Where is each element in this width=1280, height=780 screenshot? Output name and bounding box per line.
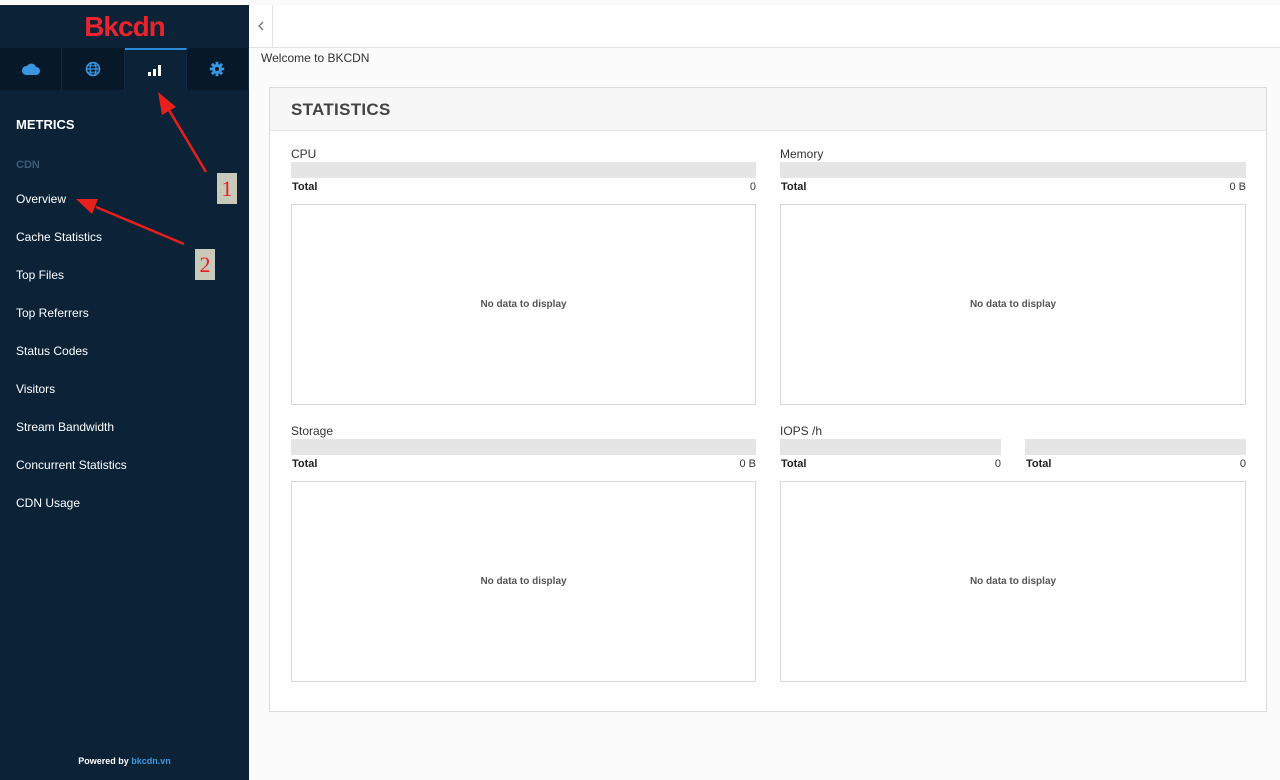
gear-icon [210,61,225,77]
tab-settings[interactable] [186,48,249,90]
section-title: METRICS [16,117,75,132]
storage-total-label: Total [292,458,318,470]
powered-by-text: Powered by [78,756,129,766]
sidebar-item-visitors[interactable]: Visitors [0,379,249,417]
bar-chart-icon [148,65,162,76]
memory-chart: No data to display [780,204,1246,405]
iops-label: IOPS /h [780,424,823,438]
iops-total-value-1: 0 [994,458,1001,470]
storage-chart: No data to display [291,481,756,682]
statistics-panel: STATISTICS CPU Total 0 No data to displa… [269,87,1267,712]
sidebar-item-status-codes[interactable]: Status Codes [0,341,249,379]
storage-usage-bar [291,439,756,455]
cloud-icon [21,63,40,75]
sidebar-item-stream-bandwidth[interactable]: Stream Bandwidth [0,417,249,455]
panel-title: STATISTICS [270,88,1266,131]
nav-tabs [0,48,249,90]
tab-globe[interactable] [62,48,125,90]
iops-total-label-1: Total [781,458,807,470]
iops-total-label-2: Total [1026,458,1052,470]
collapse-sidebar-button[interactable] [249,5,273,47]
memory-usage-bar [780,162,1246,178]
iops-read-bar [780,439,1001,455]
cpu-empty-text: No data to display [480,299,567,310]
sidebar: Bkcdn METRICS CDN Overview Cache Statist… [0,5,249,780]
sidebar-item-concurrent-statistics[interactable]: Concurrent Statistics [0,455,249,493]
iops-chart: No data to display [780,481,1246,682]
top-bar [249,5,1280,48]
memory-label: Memory [780,147,824,161]
iops-total-value-2: 0 [1239,458,1246,470]
logo[interactable]: Bkcdn [0,5,249,48]
sidebar-item-overview[interactable]: Overview [0,189,249,227]
storage-label: Storage [291,424,334,438]
sidebar-item-cdn-usage[interactable]: CDN Usage [0,493,249,531]
tab-cloud[interactable] [0,48,63,90]
annotation-number-2: 2 [195,249,215,280]
iops-write-bar [1025,439,1246,455]
chevron-left-icon [257,21,263,31]
memory-total-label: Total [781,181,807,193]
cpu-chart: No data to display [291,204,756,405]
storage-empty-text: No data to display [480,576,567,587]
cpu-total-value: 0 [749,181,756,193]
welcome-text: Welcome to BKCDN [261,51,370,65]
logo-text[interactable]: Bkcdn [84,11,166,43]
iops-empty-text: No data to display [969,576,1057,587]
annotation-number-1: 1 [217,173,237,204]
group-label-cdn: CDN [16,159,40,171]
sidebar-item-top-referrers[interactable]: Top Referrers [0,303,249,341]
cpu-total-label: Total [292,181,318,193]
globe-icon [85,61,101,77]
cpu-usage-bar [291,162,756,178]
cpu-label: CPU [291,147,317,161]
powered-by: Powered by bkcdn.vn [0,756,249,766]
memory-empty-text: No data to display [969,299,1057,310]
storage-total-value: 0 B [739,458,756,470]
powered-by-link[interactable]: bkcdn.vn [131,756,171,766]
tab-metrics[interactable] [124,48,187,90]
memory-total-value: 0 B [1229,181,1246,193]
